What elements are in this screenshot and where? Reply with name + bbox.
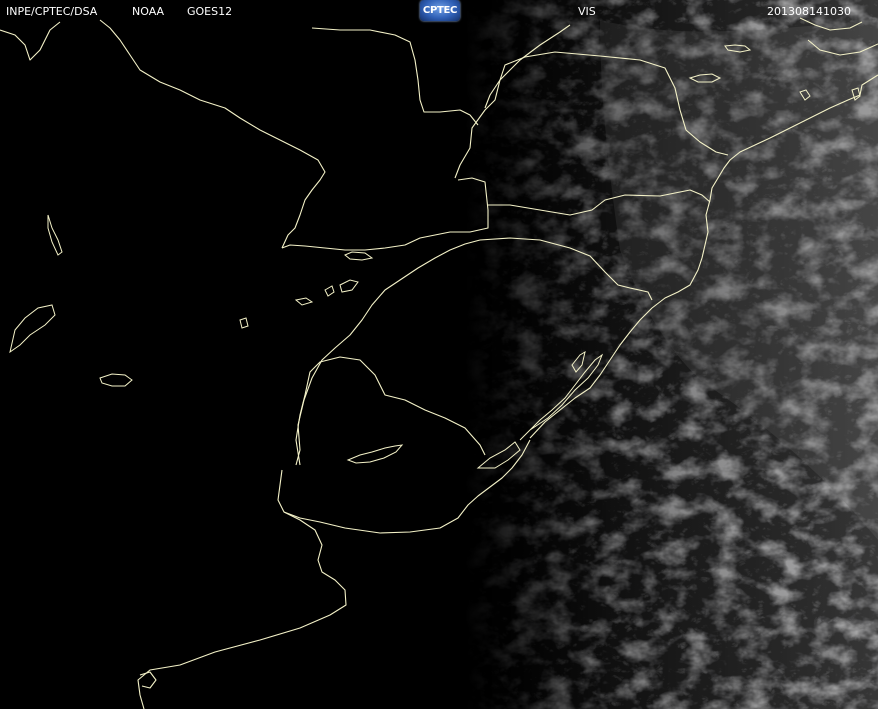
satellite-label: GOES12 [187,5,233,18]
satellite-image-frame: INPE/CPTEC/DSA NOAA GOES12 CPTEC VIS 201… [0,0,878,709]
timestamp-label: 201308141030 [767,5,851,18]
channel-label: VIS [578,5,596,18]
cptec-logo-icon: CPTEC [420,0,460,21]
provider-label: NOAA [132,5,165,18]
cloud-cover [0,0,878,709]
logo-text: CPTEC [422,5,458,16]
agency-label: INPE/CPTEC/DSA [6,5,98,18]
satellite-view [0,0,878,709]
